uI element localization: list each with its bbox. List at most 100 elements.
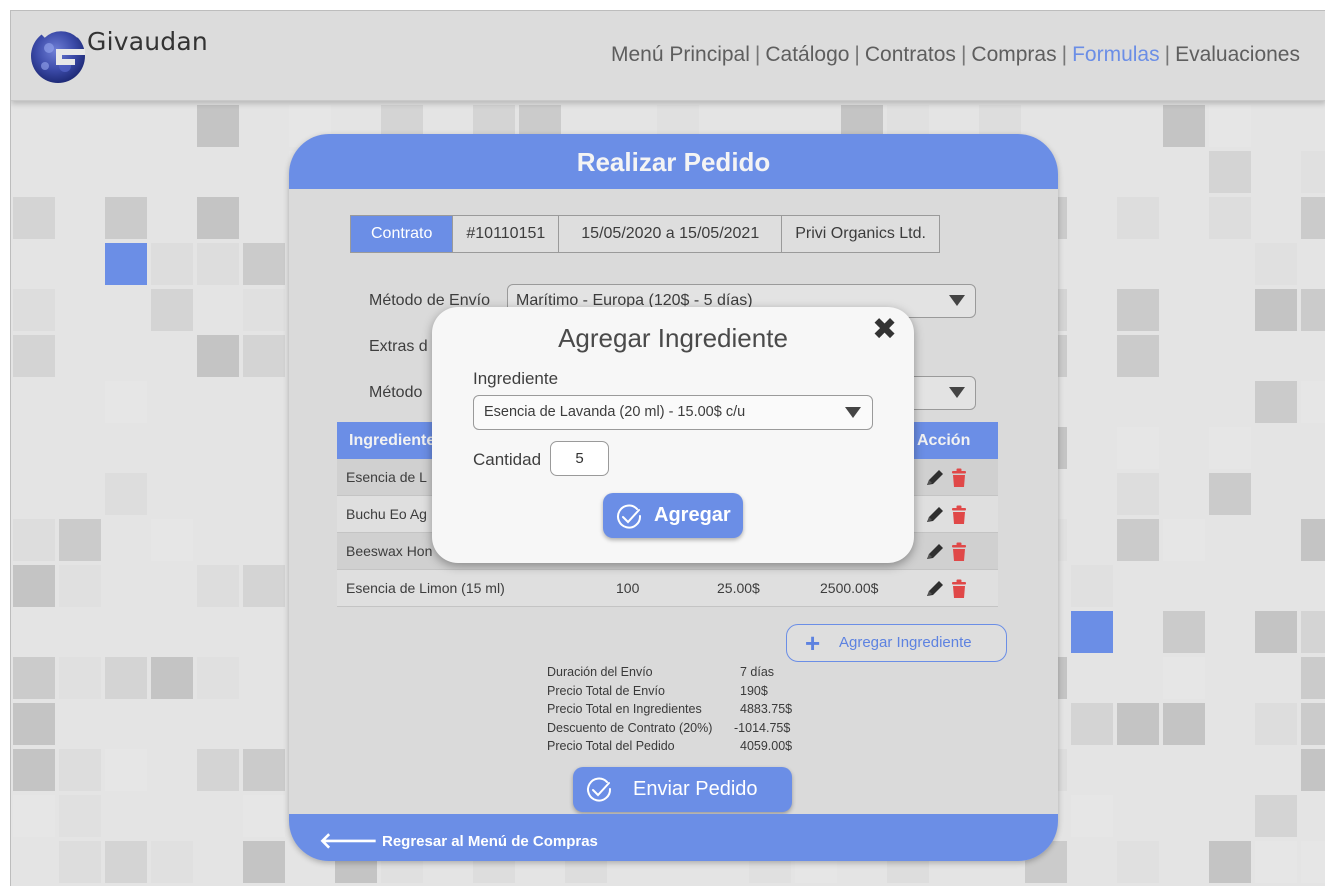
bg-tile xyxy=(59,657,101,699)
bg-tile xyxy=(151,151,193,193)
row-actions xyxy=(924,579,970,599)
summary-label: Descuento de Contrato (20%) xyxy=(547,720,713,735)
bg-tile xyxy=(13,427,55,469)
bg-tile xyxy=(1255,611,1297,653)
order-summary: Duración del Envío 7 días Precio Total de … xyxy=(547,665,807,758)
bg-tile xyxy=(1071,427,1113,469)
bg-tile xyxy=(59,519,101,561)
payment-method-label: Método xyxy=(369,384,423,401)
bg-tile xyxy=(1071,197,1113,239)
bg-tile xyxy=(151,105,193,147)
bg-tile xyxy=(1209,657,1251,699)
app-viewport: Givaudan Menú Principal | Catálogo | Contrat… xyxy=(10,10,1325,886)
bg-tile xyxy=(1255,703,1297,745)
summary-value: 4059.00$ xyxy=(740,739,793,753)
bg-tile xyxy=(1117,565,1159,607)
bg-tile xyxy=(59,565,101,607)
ingredient-select[interactable]: Esencia de Lavanda (20 ml) - 15.00$ c/u xyxy=(473,395,873,430)
card-footer: 🡐 Regresar al Menú de Compras xyxy=(289,814,1058,861)
bg-tile xyxy=(1301,289,1325,331)
bg-tile xyxy=(243,381,285,423)
bg-tile xyxy=(1117,749,1159,791)
bg-tile xyxy=(151,519,193,561)
quantity-input[interactable]: 5 xyxy=(550,441,609,476)
bg-tile xyxy=(1071,289,1113,331)
bg-tile xyxy=(105,473,147,515)
bg-tile xyxy=(59,151,101,193)
bg-tile xyxy=(243,427,285,469)
bg-tile xyxy=(1163,795,1205,837)
send-order-button[interactable]: Enviar Pedido xyxy=(573,767,792,812)
summary-row: Duración del Envío 7 días xyxy=(547,665,807,684)
nav-menu-principal[interactable]: Menú Principal xyxy=(611,43,750,66)
trash-icon[interactable] xyxy=(950,579,968,599)
bg-tile xyxy=(1117,427,1159,469)
col-action: Acción xyxy=(917,432,971,449)
bg-tile xyxy=(197,151,239,193)
trash-icon[interactable] xyxy=(950,505,968,525)
bg-tile xyxy=(59,197,101,239)
bg-tile xyxy=(197,473,239,515)
nav-catalogo[interactable]: Catálogo xyxy=(765,43,849,66)
plus-icon: + xyxy=(805,628,821,658)
givaudan-logo-icon xyxy=(31,26,85,83)
top-header: Givaudan Menú Principal | Catálogo | Contrat… xyxy=(11,11,1325,101)
nav-contratos[interactable]: Contratos xyxy=(865,43,956,66)
bg-tile xyxy=(1071,151,1113,193)
bg-tile xyxy=(105,841,147,883)
col-ingredient: Ingrediente xyxy=(349,432,436,449)
close-icon[interactable]: ✖ xyxy=(872,313,897,347)
pencil-icon[interactable] xyxy=(924,468,946,488)
bg-tile xyxy=(1301,795,1325,837)
bg-tile xyxy=(105,427,147,469)
bg-tile xyxy=(1117,657,1159,699)
nav-formulas[interactable]: Formulas xyxy=(1072,43,1160,66)
trash-icon[interactable] xyxy=(950,468,968,488)
bg-tile-accent xyxy=(105,243,147,285)
row-actions xyxy=(924,468,970,488)
pencil-icon[interactable] xyxy=(924,579,946,599)
bg-tile xyxy=(59,841,101,883)
bg-tile xyxy=(151,381,193,423)
bg-tile xyxy=(1301,151,1325,193)
cell-total: 2500.00$ xyxy=(820,580,879,596)
bg-tile xyxy=(13,841,55,883)
back-to-purchases-link[interactable]: 🡐 Regresar al Menú de Compras xyxy=(319,826,598,853)
bg-tile xyxy=(1209,427,1251,469)
summary-label: Duración del Envío xyxy=(547,665,653,679)
bg-tile xyxy=(1255,243,1297,285)
bg-tile xyxy=(1117,795,1159,837)
bg-tile xyxy=(1071,243,1113,285)
bg-tile xyxy=(243,749,285,791)
bg-tile xyxy=(243,197,285,239)
trash-icon[interactable] xyxy=(950,542,968,562)
bg-tile xyxy=(197,657,239,699)
contract-label: Contrato xyxy=(351,216,453,252)
bg-tile xyxy=(105,197,147,239)
bg-tile xyxy=(1071,703,1113,745)
bg-tile xyxy=(1255,657,1297,699)
bg-tile xyxy=(243,703,285,745)
modal-add-button[interactable]: Agregar xyxy=(603,493,743,538)
pencil-icon[interactable] xyxy=(924,505,946,525)
nav-separator: | xyxy=(754,43,761,66)
bg-tile xyxy=(1163,105,1205,147)
cell-quantity: 100 xyxy=(616,580,640,596)
bg-tile xyxy=(1255,841,1297,883)
pencil-icon[interactable] xyxy=(924,542,946,562)
summary-row: Precio Total de Envío 190$ xyxy=(547,684,807,703)
add-ingredient-button[interactable]: + Agregar Ingrediente xyxy=(786,624,1007,662)
bg-tile xyxy=(151,841,193,883)
nav-evaluaciones[interactable]: Evaluaciones xyxy=(1175,43,1300,66)
bg-tile xyxy=(197,565,239,607)
bg-tile xyxy=(1071,841,1113,883)
bg-tile xyxy=(1071,795,1113,837)
bg-tile xyxy=(105,105,147,147)
brand-name: Givaudan xyxy=(87,27,208,56)
bg-tile xyxy=(1117,105,1159,147)
bg-tile xyxy=(1255,565,1297,607)
nav-compras[interactable]: Compras xyxy=(971,43,1056,66)
bg-tile xyxy=(151,243,193,285)
contract-period: 15/05/2020 a 15/05/2021 xyxy=(558,216,782,252)
bg-tile xyxy=(197,335,239,377)
